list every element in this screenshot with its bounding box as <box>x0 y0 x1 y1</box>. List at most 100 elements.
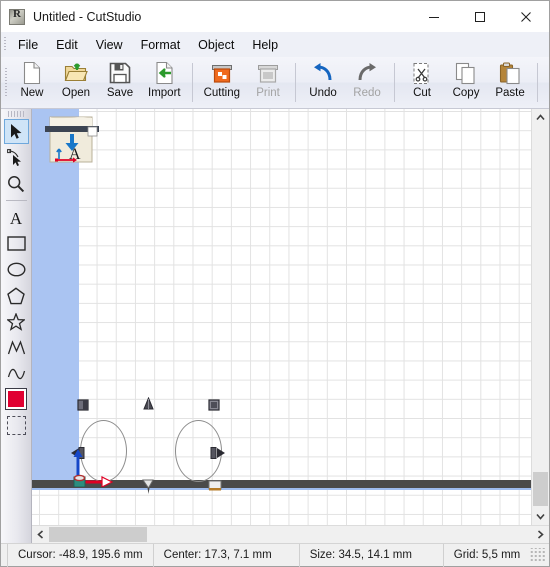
cut-button-label: Cut <box>413 87 431 99</box>
vertical-scrollbar-track[interactable] <box>532 126 549 508</box>
save-button-label: Save <box>106 87 134 99</box>
copy-pages-icon <box>453 60 479 86</box>
menu-object[interactable]: Object <box>189 35 243 55</box>
rectangle-tool[interactable] <box>4 231 29 256</box>
no-fill-swatch[interactable] <box>6 416 26 435</box>
bottom-roller-marker-left <box>141 479 155 500</box>
new-document-icon <box>19 60 45 86</box>
open-button-label: Open <box>61 87 91 99</box>
scroll-left-button[interactable] <box>32 526 49 543</box>
new-button[interactable]: New <box>10 57 54 108</box>
tool-palette-drag-grip[interactable] <box>8 111 24 117</box>
status-center: Center: 17.3, 7.1 mm <box>154 543 300 567</box>
ellipse-icon <box>6 262 26 277</box>
save-button[interactable]: Save <box>98 57 142 108</box>
status-grid: Grid: 5,5 mm <box>453 549 521 561</box>
print-button[interactable]: Print <box>246 57 290 108</box>
pinch-roller-marker-right <box>208 398 220 416</box>
scroll-right-button[interactable] <box>532 526 549 543</box>
rectangle-icon <box>6 236 26 251</box>
cutting-plotter-icon <box>209 60 235 86</box>
scissors-icon <box>409 60 435 86</box>
print-button-label: Print <box>256 87 280 99</box>
zoom-tool[interactable] <box>4 171 29 196</box>
polygon-tool[interactable] <box>4 283 29 308</box>
curve-tool[interactable] <box>4 361 29 386</box>
text-tool[interactable]: A <box>4 205 29 230</box>
bottom-roller-marker-right <box>208 479 222 497</box>
cutstudio-window: Untitled - CutStudio File Edit View Form… <box>0 0 550 567</box>
toolbar-separator-3 <box>394 63 396 102</box>
pinch-roller-marker-left <box>77 398 89 416</box>
resize-grip[interactable] <box>530 548 546 562</box>
text-a-icon: A <box>10 209 23 226</box>
menu-bar: File Edit View Format Object Help <box>1 32 549 57</box>
node-edit-arrow-icon <box>7 148 21 166</box>
scroll-down-button[interactable] <box>532 508 549 525</box>
import-button[interactable]: Import <box>142 57 187 108</box>
main-toolbar: New Open Save Import Cutting Print Undo … <box>1 57 549 109</box>
floppy-disk-icon <box>107 60 133 86</box>
minimize-button[interactable] <box>411 1 457 32</box>
horizontal-scrollbar-track[interactable] <box>49 526 532 543</box>
arrow-pointer-icon <box>10 124 21 139</box>
toolbar-drag-grip[interactable] <box>1 57 10 108</box>
open-button[interactable]: Open <box>54 57 98 108</box>
star-icon <box>7 312 25 331</box>
redo-button[interactable]: Redo <box>345 57 389 108</box>
paste-button[interactable]: Paste <box>488 57 532 108</box>
horizontal-scrollbar-thumb[interactable] <box>49 527 147 542</box>
svg-text:A: A <box>10 209 23 226</box>
window-title: Untitled - CutStudio <box>33 9 142 24</box>
origin-axis-marker <box>72 439 124 492</box>
menu-edit[interactable]: Edit <box>47 35 87 55</box>
menu-view[interactable]: View <box>87 35 132 55</box>
menu-drag-grip[interactable] <box>1 32 9 57</box>
clipboard-paste-icon <box>497 60 523 86</box>
title-bar: Untitled - CutStudio <box>1 1 549 32</box>
toolbar-separator-4 <box>537 63 539 102</box>
new-button-label: New <box>20 87 44 99</box>
status-bar: Cursor: -48.9, 195.6 mm Center: 17.3, 7.… <box>1 543 549 567</box>
ellipse-tool[interactable] <box>4 257 29 282</box>
canvas-panel: A <box>32 109 549 543</box>
redo-button-label: Redo <box>353 87 381 99</box>
node-edit-tool[interactable] <box>4 145 29 170</box>
fill-color-swatch[interactable] <box>5 388 27 410</box>
redo-arrow-icon <box>354 60 380 86</box>
cutting-button-label: Cutting <box>203 87 241 99</box>
undo-button[interactable]: Undo <box>301 57 345 108</box>
status-size: Size: 34.5, 14.1 mm <box>300 543 444 567</box>
status-cursor: Cursor: -48.9, 195.6 mm <box>7 543 154 567</box>
star-tool[interactable] <box>4 309 29 334</box>
select-tool[interactable] <box>3 119 29 144</box>
open-folder-icon <box>63 60 89 86</box>
vertical-scrollbar-thumb[interactable] <box>533 472 548 506</box>
import-button-label: Import <box>148 87 181 99</box>
polyline-tool[interactable] <box>4 335 29 360</box>
tool-divider-1 <box>5 200 27 201</box>
magnifier-icon <box>8 175 25 192</box>
maximize-button[interactable] <box>457 1 503 32</box>
paste-button-label: Paste <box>495 87 525 99</box>
toolbar-separator-2 <box>295 63 297 102</box>
undo-arrow-icon <box>310 60 336 86</box>
cut-head-indicator-right <box>209 446 227 465</box>
copy-button[interactable]: Copy <box>444 57 488 108</box>
cut-button[interactable]: Cut <box>400 57 444 108</box>
tool-palette: A <box>1 109 32 543</box>
design-canvas[interactable]: A <box>32 109 531 525</box>
menu-help[interactable]: Help <box>243 35 287 55</box>
scroll-up-button[interactable] <box>532 109 549 126</box>
menu-file[interactable]: File <box>9 35 47 55</box>
printer-icon <box>255 60 281 86</box>
vertical-scrollbar[interactable] <box>531 109 549 525</box>
horizontal-scrollbar[interactable] <box>32 525 549 543</box>
pinch-roller-marker-middle <box>142 396 155 415</box>
curve-icon <box>7 368 25 379</box>
undo-button-label: Undo <box>309 87 337 99</box>
polyline-icon <box>7 339 25 354</box>
cutting-button[interactable]: Cutting <box>198 57 246 108</box>
menu-format[interactable]: Format <box>132 35 190 55</box>
close-button[interactable] <box>503 1 549 32</box>
